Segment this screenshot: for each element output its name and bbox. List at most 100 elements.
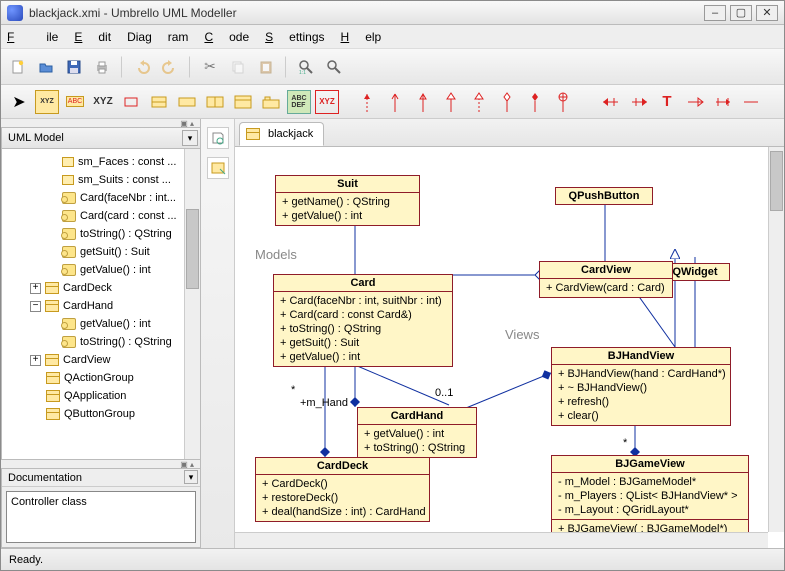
tree-item[interactable]: +CardView xyxy=(8,351,200,369)
anchor-1-tool[interactable] xyxy=(599,90,623,114)
tree-item[interactable]: QActionGroup xyxy=(8,369,200,387)
side-tab-1[interactable] xyxy=(207,127,229,149)
box-tool[interactable] xyxy=(119,90,143,114)
package-tool[interactable] xyxy=(259,90,283,114)
main-toolbar: ✂ 1:1 xyxy=(1,49,784,85)
tree-item[interactable]: QButtonGroup xyxy=(8,405,200,423)
open-button[interactable] xyxy=(35,56,57,78)
tree-item[interactable]: sm_Suits : const ... xyxy=(8,171,200,189)
documentation-header: Documentation ▾ xyxy=(2,469,200,487)
menubar: File Edit DiagramDiagram Code Settings H… xyxy=(1,25,784,49)
tree-item[interactable]: +CardDeck xyxy=(8,279,200,297)
tree-header-dropdown[interactable]: ▾ xyxy=(182,130,198,146)
uml-class-suit[interactable]: Suit + getName() : QString+ getValue() :… xyxy=(275,175,420,226)
canvas-scrollbar-vertical[interactable] xyxy=(768,147,784,532)
containment-tool[interactable] xyxy=(551,90,575,114)
unidirectional-tool[interactable] xyxy=(411,90,435,114)
composition-tool[interactable] xyxy=(523,90,547,114)
tree-scrollbar[interactable] xyxy=(184,149,200,459)
association-tool[interactable] xyxy=(383,90,407,114)
app-icon xyxy=(7,5,23,21)
class-tool[interactable]: XYZ xyxy=(35,90,59,114)
section-label: Models xyxy=(255,247,297,262)
section-label: Views xyxy=(505,327,539,342)
new-button[interactable] xyxy=(7,56,29,78)
save-button[interactable] xyxy=(63,56,85,78)
tree-item[interactable]: sm_Faces : const ... xyxy=(8,153,200,171)
uml-class-bjhandview[interactable]: BJHandView + BJHandView(hand : CardHand*… xyxy=(551,347,731,426)
copy-button[interactable] xyxy=(227,56,249,78)
xyz-tool[interactable]: XYZ xyxy=(315,90,339,114)
expander-icon[interactable]: + xyxy=(30,355,41,366)
class-tool-2[interactable]: ABC xyxy=(63,90,87,114)
component-tool[interactable]: ABCDEF xyxy=(287,90,311,114)
minimize-button[interactable]: – xyxy=(704,5,726,21)
menu-file[interactable]: File xyxy=(7,30,58,44)
doc-header-dropdown[interactable]: ▾ xyxy=(184,470,198,484)
assoc-label: 0..1 xyxy=(435,387,453,399)
class-diagram-icon xyxy=(246,128,260,140)
dependency-tool[interactable] xyxy=(355,90,379,114)
zoom-fit-button[interactable]: 1:1 xyxy=(295,56,317,78)
tree-item[interactable]: −CardHand xyxy=(8,297,200,315)
tree-item[interactable]: QApplication xyxy=(8,387,200,405)
anchor-4-tool[interactable] xyxy=(711,90,735,114)
menu-help[interactable]: Help xyxy=(341,30,382,44)
paste-button[interactable] xyxy=(255,56,277,78)
documentation-input[interactable]: Controller class xyxy=(6,491,196,543)
menu-settings[interactable]: Settings xyxy=(265,30,324,44)
tree-header: UML Model ▾ xyxy=(1,127,200,149)
labeled-box-tool[interactable] xyxy=(147,90,171,114)
tree-item[interactable]: Card(faceNbr : int... xyxy=(8,189,200,207)
cut-button[interactable]: ✂ xyxy=(199,56,221,78)
uml-class-carddeck[interactable]: CardDeck + CardDeck()+ restoreDeck()+ de… xyxy=(255,457,430,522)
zoom-button[interactable] xyxy=(323,56,345,78)
tree-item[interactable]: getSuit() : Suit xyxy=(8,243,200,261)
expander-icon[interactable]: − xyxy=(30,301,41,312)
enum-tool[interactable] xyxy=(231,90,255,114)
uml-class-bjgameview[interactable]: BJGameView - m_Model : BJGameModel*- m_P… xyxy=(551,455,749,539)
note-tool[interactable]: XYZ xyxy=(91,90,115,114)
menu-edit[interactable]: Edit xyxy=(74,30,111,44)
anchor-3-tool[interactable] xyxy=(683,90,707,114)
diagram-canvas[interactable]: Models Views Suit + getName() : QString+… xyxy=(235,147,784,548)
tree-view[interactable]: sm_Faces : const ... sm_Suits : const ..… xyxy=(1,149,200,460)
generalization-tool[interactable] xyxy=(439,90,463,114)
line-tool[interactable] xyxy=(739,90,763,114)
titlebar: blackjack.xmi - Umbrello UML Modeller – … xyxy=(1,1,784,25)
interface-tool[interactable] xyxy=(175,90,199,114)
menu-code[interactable]: Code xyxy=(204,30,249,44)
canvas-scrollbar-horizontal[interactable] xyxy=(235,532,768,548)
uml-class-qpushbutton[interactable]: QPushButton xyxy=(555,187,653,205)
anchor-2-tool[interactable] xyxy=(627,90,651,114)
maximize-button[interactable]: ▢ xyxy=(730,5,752,21)
menu-diagram[interactable]: DiagramDiagram xyxy=(127,30,188,44)
uml-class-cardhand[interactable]: CardHand + getValue() : int+ toString() … xyxy=(357,407,477,458)
datatype-tool[interactable] xyxy=(203,90,227,114)
print-button[interactable] xyxy=(91,56,113,78)
redo-button[interactable] xyxy=(159,56,181,78)
close-button[interactable]: ✕ xyxy=(756,5,778,21)
text-tool[interactable]: T xyxy=(655,90,679,114)
side-tabstrip xyxy=(201,119,235,548)
uml-class-card[interactable]: Card + Card(faceNbr : int, suitNbr : int… xyxy=(273,274,453,367)
tree-item[interactable]: getValue() : int xyxy=(8,315,200,333)
window-title: blackjack.xmi - Umbrello UML Modeller xyxy=(29,6,237,20)
panel-handle[interactable]: ▣ ▴ xyxy=(1,460,200,468)
assoc-label: * xyxy=(623,437,627,449)
tree-item[interactable]: getValue() : int xyxy=(8,261,200,279)
tree-item[interactable]: toString() : QString xyxy=(8,225,200,243)
side-tab-2[interactable] xyxy=(207,157,229,179)
expander-icon[interactable]: + xyxy=(30,283,41,294)
aggregation-tool[interactable] xyxy=(495,90,519,114)
diagram-tab[interactable]: blackjack xyxy=(239,122,324,146)
tree-item[interactable]: Card(card : const ... xyxy=(8,207,200,225)
assoc-label: +m_Hand xyxy=(300,397,348,409)
uml-class-cardview[interactable]: CardView + CardView(card : Card) xyxy=(539,261,673,298)
panel-handle[interactable]: ▣ ▴ xyxy=(1,119,200,127)
tree-item[interactable]: toString() : QString xyxy=(8,333,200,351)
status-bar: Ready. xyxy=(1,548,784,570)
pointer-tool[interactable]: ➤ xyxy=(7,90,31,114)
undo-button[interactable] xyxy=(131,56,153,78)
realization-tool[interactable] xyxy=(467,90,491,114)
